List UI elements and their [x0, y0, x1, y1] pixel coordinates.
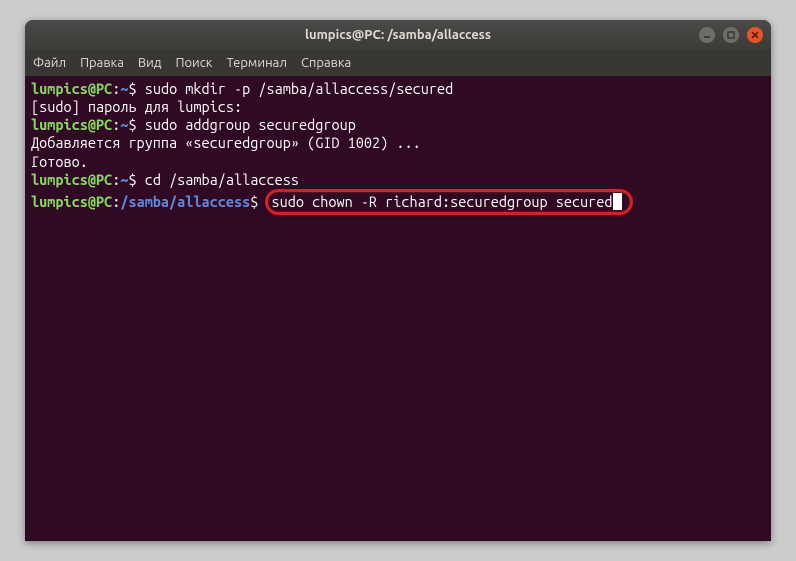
menubar: Файл Правка Вид Поиск Терминал Справка [25, 50, 771, 76]
close-icon [751, 31, 759, 39]
terminal-line: lumpics@PC:~$ sudo mkdir -p /samba/allac… [31, 80, 765, 98]
prompt-user: lumpics@PC [31, 80, 112, 97]
menu-edit[interactable]: Правка [80, 56, 124, 70]
maximize-button[interactable] [723, 27, 739, 43]
maximize-icon [727, 31, 735, 39]
terminal-line: lumpics@PC:/samba/allaccess$ sudo chown … [31, 189, 765, 215]
window-controls [699, 27, 763, 43]
terminal-output: [sudo] пароль для lumpics: [31, 98, 765, 116]
prompt-user: lumpics@PC [31, 116, 112, 133]
terminal-output: Готово. [31, 153, 765, 171]
highlighted-command: sudo chown -R richard:securedgroup secur… [265, 189, 633, 215]
menu-search[interactable]: Поиск [175, 56, 212, 70]
cursor [613, 193, 622, 210]
menu-view[interactable]: Вид [138, 56, 162, 70]
terminal-content[interactable]: lumpics@PC:~$ sudo mkdir -p /samba/allac… [25, 76, 771, 219]
prompt-dollar: $ [128, 116, 144, 133]
minimize-icon [703, 31, 711, 39]
menu-help[interactable]: Справка [301, 56, 351, 70]
command-text: sudo mkdir -p /samba/allaccess/secured [145, 80, 454, 97]
prompt-path: /samba/allaccess [120, 193, 250, 210]
prompt-user: lumpics@PC [31, 171, 112, 188]
command-text: sudo addgroup securedgroup [145, 116, 356, 133]
terminal-output: Добавляется группа «securedgroup» (GID 1… [31, 134, 765, 152]
command-text: sudo chown -R richard:securedgroup secur… [272, 193, 613, 210]
terminal-window: lumpics@PC: /samba/allaccess Файл Правка… [25, 20, 771, 541]
menu-file[interactable]: Файл [33, 56, 66, 70]
prompt-dollar: $ [128, 171, 144, 188]
close-button[interactable] [747, 27, 763, 43]
terminal-line: lumpics@PC:~$ cd /samba/allaccess [31, 171, 765, 189]
command-text: cd /samba/allaccess [145, 171, 299, 188]
prompt-dollar: $ [128, 80, 144, 97]
menu-terminal[interactable]: Терминал [226, 56, 286, 70]
titlebar[interactable]: lumpics@PC: /samba/allaccess [25, 20, 771, 50]
prompt-user: lumpics@PC [31, 193, 112, 210]
minimize-button[interactable] [699, 27, 715, 43]
window-title: lumpics@PC: /samba/allaccess [305, 28, 491, 42]
terminal-line: lumpics@PC:~$ sudo addgroup securedgroup [31, 116, 765, 134]
